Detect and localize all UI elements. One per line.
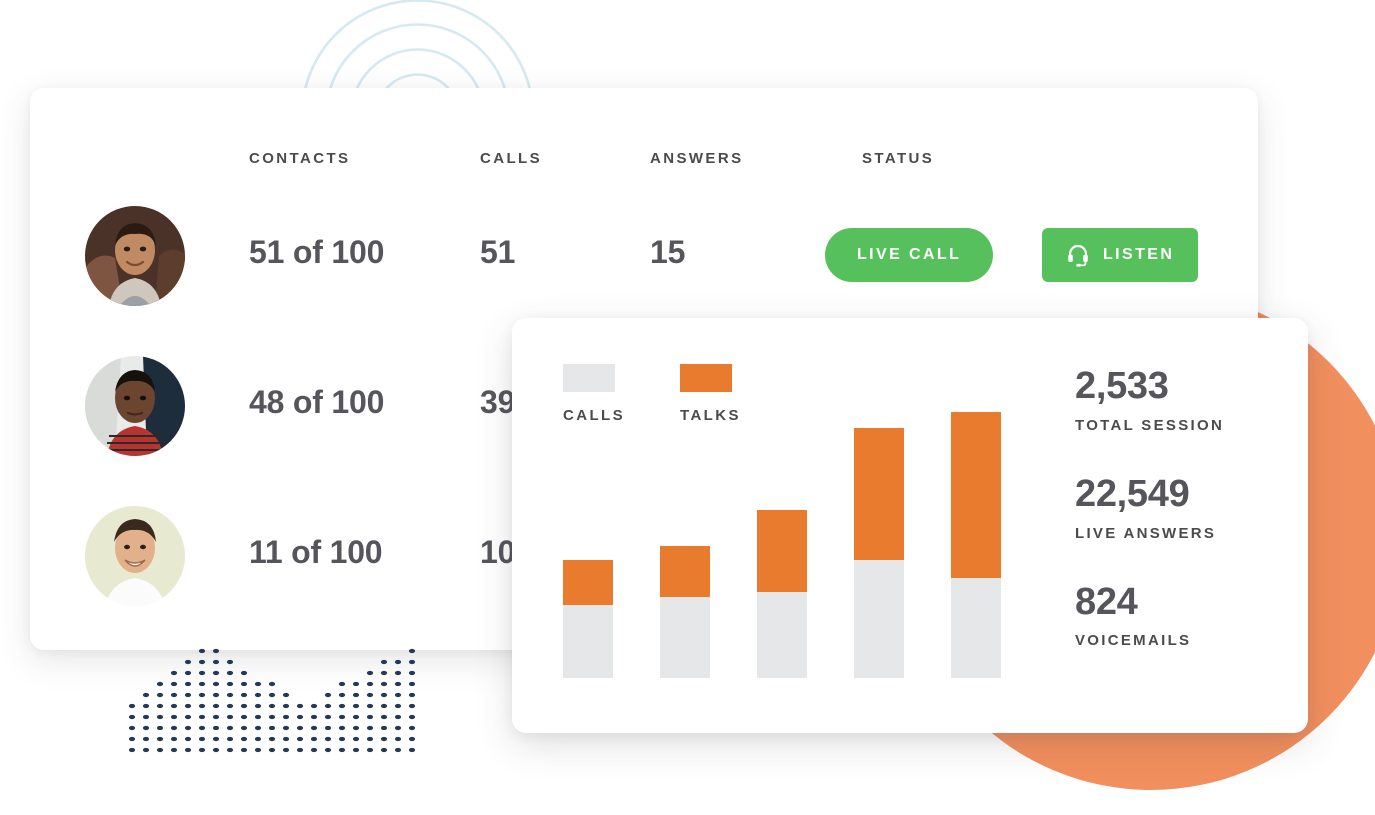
stat-label: TOTAL SESSION	[1075, 416, 1225, 434]
cell-calls: 51	[480, 234, 516, 270]
bar-group[interactable]	[660, 546, 710, 678]
column-header-status: STATUS	[862, 150, 935, 167]
bar-group[interactable]	[563, 560, 613, 678]
stat-value: 824	[1075, 580, 1138, 623]
headset-icon	[1068, 244, 1088, 267]
column-header-calls: CALLS	[480, 150, 542, 167]
bar-segment-calls	[757, 592, 807, 678]
avatar	[85, 506, 185, 606]
cell-calls: 39	[480, 384, 516, 420]
bar-segment-talks	[757, 510, 807, 592]
chart-card: CALLS TALKS 2,533 TOTAL SESSION 22,549 L…	[512, 318, 1308, 733]
stats-panel: 2,533 TOTAL SESSION 22,549 LIVE ANSWERS …	[1075, 365, 1285, 650]
live-call-button[interactable]: LIVE CALL	[825, 228, 994, 282]
column-header-answers: ANSWERS	[650, 150, 744, 167]
bar-segment-calls	[660, 597, 710, 678]
dashboard-illustration: CONTACTS CALLS ANSWERS STATUS 51 of 100 …	[0, 0, 1375, 815]
avatar	[85, 206, 185, 306]
column-header-contacts: CONTACTS	[249, 150, 351, 167]
bar-segment-calls	[951, 578, 1001, 678]
cell-answers: 15	[650, 234, 686, 270]
bar-group[interactable]	[951, 412, 1001, 678]
stat-label: LIVE ANSWERS	[1075, 524, 1217, 542]
stat-value: 2,533	[1075, 365, 1169, 407]
bar-group[interactable]	[854, 428, 904, 678]
bar-segment-calls	[854, 560, 904, 678]
contacts-table-header: CONTACTS CALLS ANSWERS STATUS	[30, 150, 1258, 174]
bar-segment-talks	[563, 560, 613, 605]
cell-contacts: 48 of 100	[249, 384, 385, 420]
stacked-bar-chart	[563, 388, 1001, 678]
listen-button-label: LISTEN	[1103, 246, 1175, 263]
dot-chevron-decoration	[128, 648, 416, 753]
bar-segment-talks	[951, 412, 1001, 578]
avatar	[85, 356, 185, 456]
stat-total-session: 2,533 TOTAL SESSION	[1075, 365, 1285, 434]
cell-calls: 10	[480, 534, 516, 570]
bar-group[interactable]	[757, 510, 807, 678]
stat-label: VOICEMAILS	[1075, 632, 1192, 650]
listen-button[interactable]: LISTEN	[1042, 228, 1199, 282]
stat-voicemails: 824 VOICEMAILS	[1075, 580, 1285, 650]
bar-segment-calls	[563, 605, 613, 678]
cell-contacts: 51 of 100	[249, 234, 385, 270]
table-row[interactable]: 51 of 100 51 15 LIVE CALL LISTEN	[30, 206, 1258, 306]
bar-segment-talks	[854, 428, 904, 560]
stat-live-answers: 22,549 LIVE ANSWERS	[1075, 472, 1285, 542]
bar-segment-talks	[660, 546, 710, 597]
cell-contacts: 11 of 100	[249, 534, 383, 570]
stat-value: 22,549	[1075, 472, 1190, 515]
